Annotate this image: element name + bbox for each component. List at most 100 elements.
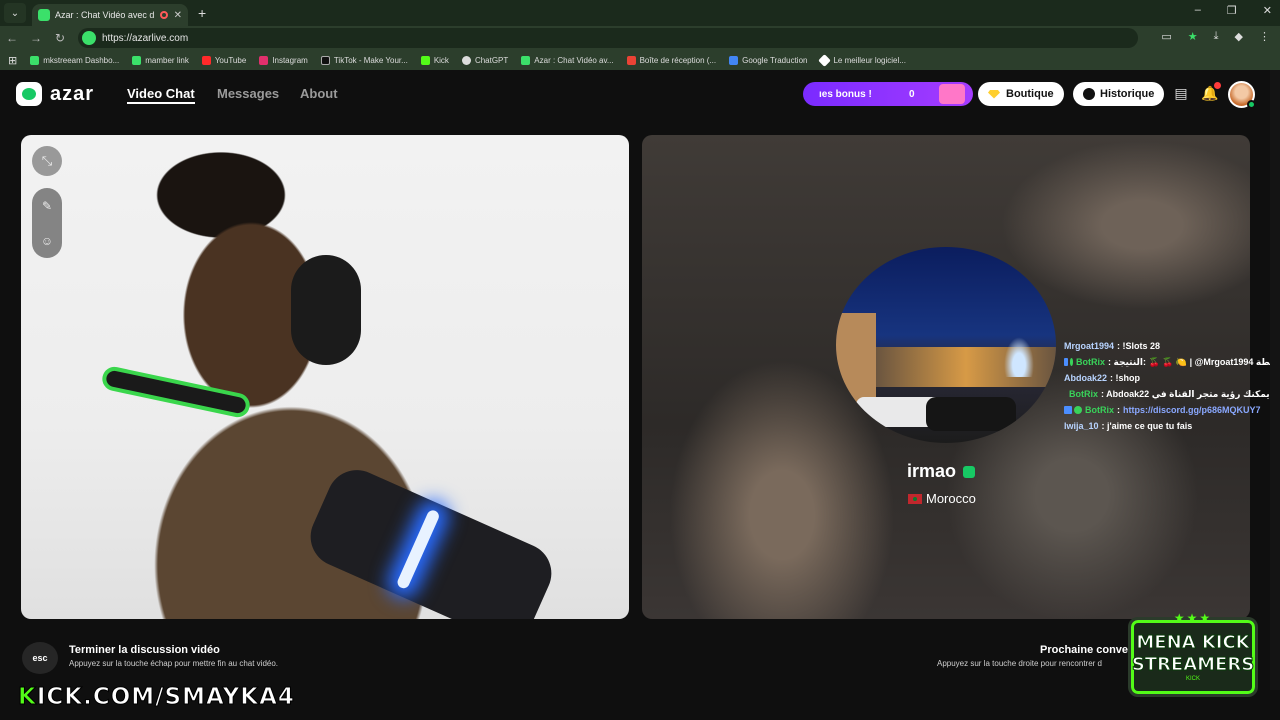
inbox-icon[interactable]: ▤ (1172, 85, 1190, 103)
bookmark-label: Azar : Chat Vidéo av... (534, 55, 614, 65)
partner-country: Morocco (908, 491, 976, 506)
forward-icon[interactable]: → (24, 31, 48, 45)
url-field[interactable]: https://azarlive.com (78, 28, 1138, 48)
bookmark-item[interactable]: mamber link (132, 55, 189, 65)
bookmark-label: Kick (433, 55, 449, 65)
instagram-icon (259, 55, 269, 65)
shop-label: Boutique (1006, 88, 1054, 100)
chat-message: : !shop (1110, 373, 1141, 383)
bookmark-item[interactable]: Instagram (259, 55, 308, 65)
next-chat-title: Prochaine conve (1040, 644, 1129, 656)
close-tab-icon[interactable]: ✕ (174, 10, 182, 21)
mena-line-2: STREAMERS (1131, 654, 1255, 676)
headphones-shape (291, 255, 361, 365)
chat-line: BotRix : Abdoak22 يمكنك رؤية متجر القناة… (1064, 386, 1280, 402)
chat-message: : النتيجة: 🍒 🍒 🍋 | @Mrgoat1994 لقطة (1108, 357, 1280, 367)
history-label: Historique (1100, 88, 1155, 100)
chat-message: : Abdoak22 يمكنك رؤية متجر القناة في (1101, 389, 1270, 399)
nav-video-chat[interactable]: Video Chat (127, 86, 195, 104)
nav-about[interactable]: About (300, 86, 338, 101)
magic-wand-icon[interactable]: ✎ (42, 199, 52, 213)
bookmark-item[interactable]: TikTok - Make Your... (320, 55, 408, 65)
morocco-flag-icon (908, 493, 922, 504)
online-status-dot (1247, 100, 1256, 109)
chat-line: Abdoak22 : !shop (1064, 370, 1280, 386)
apps-grid-icon[interactable]: ⊞ (8, 54, 17, 67)
mena-line-1: MENA KICK (1136, 632, 1250, 654)
self-video: ⤡ ✎ ☺ (21, 135, 629, 619)
bonus-banner[interactable]: ıes bonus ! 0 (803, 82, 973, 106)
bot-badge-icon (1074, 406, 1082, 414)
partner-username: irmao (907, 461, 976, 482)
nav-messages[interactable]: Messages (217, 86, 279, 101)
chat-line: BotRix : https://discord.gg/p686MQKUY7 (1064, 402, 1280, 418)
bookmark-item[interactable]: ChatGPT (461, 55, 509, 65)
bookmark-label: Le meilleur logiciel... (833, 55, 906, 65)
chat-line: BotRix : النتيجة: 🍒 🍒 🍋 | @Mrgoat1994 لق… (1064, 354, 1280, 370)
extensions-icon[interactable]: ◆ (1235, 30, 1243, 43)
bookmark-item[interactable]: Boîte de réception (... (626, 55, 717, 65)
country-name: Morocco (926, 491, 976, 506)
chat-username: Mrgoat1994 (1064, 341, 1115, 351)
kick-channel-text: ICK.COM/SMAYKA4 (36, 684, 295, 711)
bookmark-item[interactable]: Le meilleur logiciel... (818, 53, 906, 67)
bookmark-star-icon[interactable]: ★ (1188, 30, 1198, 43)
face-filter-icon[interactable]: ☺ (41, 234, 53, 248)
browser-tabbar: ⌄ Azar : Chat Vidéo avec de n ✕ + – ❐ ✕ (0, 0, 1280, 26)
notification-badge (1214, 82, 1221, 89)
bookmark-label: ChatGPT (474, 55, 509, 65)
bookmark-label: TikTok - Make Your... (333, 55, 408, 65)
recording-icon (159, 11, 168, 19)
tab-list-chevron-icon[interactable]: ⌄ (4, 3, 26, 23)
bookmark-item[interactable]: Azar : Chat Vidéo av... (521, 55, 614, 65)
minimize-video-icon[interactable]: ⤡ (32, 146, 62, 176)
new-tab-button[interactable]: + (198, 5, 206, 21)
stream-chat-overlay: Mrgoat1994 : !Slots 28 BotRix : النتيجة:… (1064, 338, 1280, 434)
bookmark-label: Boîte de réception (... (639, 55, 717, 65)
google-translate-icon (729, 55, 739, 65)
bookmark-item[interactable]: Google Traduction (729, 55, 807, 65)
azar-app: azar Video Chat Messages About ıes bonus… (0, 70, 1280, 720)
cast-icon[interactable]: ▭ (1161, 30, 1171, 43)
diamond-icon (818, 53, 832, 67)
bot-badge-icon (1069, 358, 1074, 366)
photo-fountain (1004, 337, 1034, 377)
bookmark-label: YouTube (214, 55, 247, 65)
partner-username-text: irmao (907, 461, 957, 481)
azar-logo[interactable]: azar (16, 82, 94, 106)
tab-title: Azar : Chat Vidéo avec de n (55, 10, 154, 20)
history-button[interactable]: Historique (1073, 82, 1165, 106)
bookmark-item[interactable]: Kick (420, 55, 449, 65)
gem-icon (988, 89, 1000, 99)
shop-button[interactable]: Boutique (978, 82, 1064, 106)
tiktok-icon (320, 55, 330, 65)
toolbar-icons: ▭ ★ ⤓ ◆ ⋮ (1161, 30, 1270, 43)
notification-bell-icon[interactable]: 🔔 (1201, 82, 1221, 103)
reload-icon[interactable]: ↻ (48, 31, 72, 45)
bookmark-item[interactable]: YouTube (201, 55, 247, 65)
user-avatar[interactable] (1228, 81, 1256, 109)
bookmark-item[interactable]: mkstreeam Dashbo... (30, 55, 119, 65)
browser-tab[interactable]: Azar : Chat Vidéo avec de n ✕ (32, 4, 188, 26)
maximize-icon[interactable]: ❐ (1227, 4, 1237, 17)
mod-badge-icon (1064, 358, 1068, 366)
minimize-icon[interactable]: – (1195, 4, 1201, 17)
next-chat-hint: Appuyez sur la touche droite pour rencon… (937, 659, 1102, 668)
esc-key-button[interactable]: esc (22, 642, 58, 674)
azar-logo-icon (16, 82, 42, 106)
address-bar: ← → ↻ https://azarlive.com ▭ ★ ⤓ ◆ ⋮ (0, 26, 1280, 50)
window-controls: – ❐ ✕ (1195, 4, 1272, 17)
end-chat-hint: Appuyez sur la touche échap pour mettre … (69, 659, 279, 668)
kick-icon (420, 55, 430, 65)
download-icon[interactable]: ⤓ (1214, 30, 1219, 43)
mena-tag: KICK (1185, 676, 1200, 682)
kick-icon (132, 55, 142, 65)
top-navigation: azar Video Chat Messages About ıes bonus… (0, 70, 1280, 120)
site-info-icon[interactable] (82, 31, 96, 45)
close-window-icon[interactable]: ✕ (1263, 4, 1272, 17)
stars-icon: ★★★ (1173, 611, 1213, 625)
bonus-count: 0 (909, 88, 915, 100)
menu-dots-icon[interactable]: ⋮ (1259, 30, 1270, 43)
microphone-shape (301, 460, 561, 619)
back-icon[interactable]: ← (0, 31, 24, 45)
